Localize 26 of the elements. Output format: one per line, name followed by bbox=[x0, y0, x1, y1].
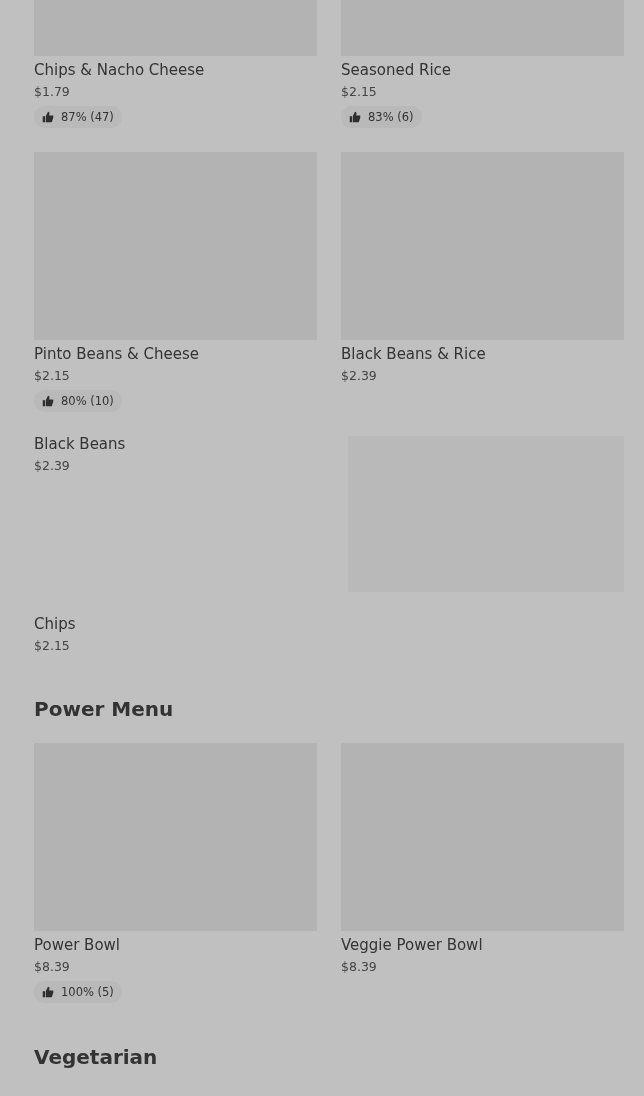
thumbs-up-icon bbox=[42, 395, 54, 407]
item-price: $1.79 bbox=[34, 83, 70, 101]
section-heading: Vegetarian bbox=[34, 1044, 159, 1071]
item-price: $2.39 bbox=[34, 457, 70, 475]
item-price: $2.39 bbox=[341, 367, 377, 385]
item-price: $2.15 bbox=[34, 367, 70, 385]
item-name: Chips & Nacho Cheese bbox=[34, 60, 205, 80]
item-price: $8.39 bbox=[341, 958, 377, 976]
item-price: $2.15 bbox=[34, 637, 70, 655]
item-name: Seasoned Rice bbox=[341, 60, 452, 80]
item-name: Power Bowl bbox=[34, 935, 121, 955]
rating-text: 87% (47) bbox=[61, 110, 114, 124]
item-name: Pinto Beans & Cheese bbox=[34, 344, 199, 364]
thumbs-up-icon bbox=[42, 986, 54, 998]
thumbs-up-icon bbox=[42, 111, 54, 123]
thumbs-up-icon bbox=[349, 111, 361, 123]
section-heading: Power Menu bbox=[34, 696, 175, 723]
item-price: $8.39 bbox=[34, 958, 70, 976]
item-name: Chips bbox=[34, 614, 76, 634]
item-name: Black Beans bbox=[34, 434, 126, 454]
rating-text: 83% (6) bbox=[368, 110, 414, 124]
item-name: Black Beans & Rice bbox=[341, 344, 486, 364]
item-name: Veggie Power Bowl bbox=[341, 935, 483, 955]
rating-text: 100% (5) bbox=[61, 985, 114, 999]
rating-text: 80% (10) bbox=[61, 394, 114, 408]
item-price: $2.15 bbox=[341, 83, 377, 101]
